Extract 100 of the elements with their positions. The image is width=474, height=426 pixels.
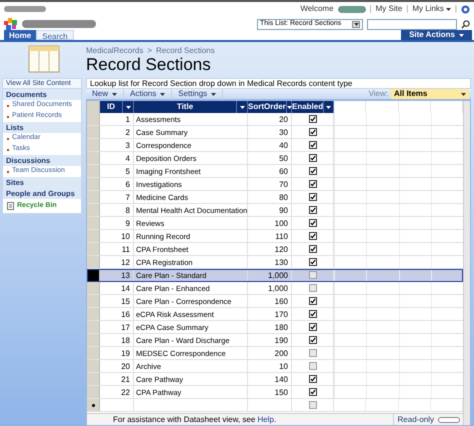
checkbox[interactable] — [308, 388, 316, 396]
checkbox[interactable] — [308, 310, 316, 318]
checkbox[interactable] — [308, 232, 316, 240]
table-cell: 16 — [100, 308, 134, 320]
logo-icon — [4, 18, 18, 30]
table-cell: 21 — [100, 373, 134, 385]
new-row-icon — [92, 404, 94, 406]
header-link[interactable]: My Links — [412, 3, 451, 15]
checkbox[interactable] — [308, 141, 316, 149]
view-label: View: — [368, 88, 388, 100]
row-selector[interactable] — [87, 399, 100, 411]
header-link[interactable]: My Site — [376, 3, 402, 15]
table-cell: 1 — [100, 113, 134, 125]
checkbox[interactable] — [308, 258, 316, 266]
site-actions-button[interactable]: Site Actions — [401, 30, 472, 40]
column-header[interactable]: Title — [134, 101, 248, 113]
column-header[interactable]: Enabled — [292, 101, 334, 113]
table-cell: 30 — [248, 126, 292, 138]
status-field — [438, 416, 460, 422]
vertical-scrollbar[interactable] — [463, 101, 470, 425]
separator-text: | — [406, 3, 408, 15]
caret-icon — [126, 106, 130, 108]
table-cell: 140 — [248, 373, 292, 385]
table-cell: 7 — [100, 191, 134, 203]
caret-icon — [326, 106, 332, 108]
checkbox[interactable] — [308, 362, 316, 370]
search-icon[interactable] — [461, 20, 470, 28]
table-cell: 160 — [248, 295, 292, 307]
table-cell: 12 — [100, 256, 134, 268]
checkbox[interactable] — [308, 193, 316, 201]
table-cell: 50 — [248, 152, 292, 164]
caret-icon — [286, 106, 292, 108]
redacted-block — [338, 6, 366, 12]
checkbox[interactable] — [308, 115, 316, 123]
table-cell: 100 — [248, 217, 292, 229]
separator-text: | — [454, 3, 457, 15]
table-cell: 11 — [100, 243, 134, 255]
search-field[interactable] — [367, 18, 457, 30]
row-selector[interactable] — [87, 269, 100, 281]
corner-cell[interactable] — [87, 101, 100, 113]
recycle-bin-icon — [7, 202, 14, 210]
table-cell: 6 — [100, 178, 134, 190]
caret-icon — [211, 92, 216, 96]
checkbox[interactable] — [308, 180, 316, 188]
table-cell: 110 — [248, 230, 292, 242]
table-cell: 150 — [248, 386, 292, 398]
checkbox[interactable] — [308, 323, 316, 331]
checkbox[interactable] — [308, 271, 316, 279]
table-cell: 9 — [100, 217, 134, 229]
table-cell: 4 — [100, 152, 134, 164]
table-cell: 90 — [248, 204, 292, 216]
help-link[interactable]: Help — [258, 414, 274, 424]
list-icon — [28, 45, 60, 73]
column-header[interactable]: SortOrder — [248, 101, 292, 113]
view-dropdown[interactable]: All Items — [391, 89, 469, 99]
nav-tab[interactable]: Search — [36, 30, 74, 40]
checkbox[interactable] — [308, 245, 316, 253]
breadcrumb-current: Record Sections — [156, 45, 215, 57]
caret-icon — [461, 92, 466, 96]
table-cell: 17 — [100, 321, 134, 333]
caret-icon — [354, 22, 358, 26]
checkbox[interactable] — [308, 206, 316, 214]
page-title: Record Sections — [86, 55, 212, 76]
table-cell: 60 — [248, 165, 292, 177]
table-cell: 80 — [248, 191, 292, 203]
table-cell: 70 — [248, 178, 292, 190]
table-cell: 5 — [100, 165, 134, 177]
table-cell: 15 — [100, 295, 134, 307]
checkbox[interactable] — [308, 297, 316, 305]
redacted-block — [4, 6, 46, 12]
help-icon[interactable] — [461, 4, 470, 14]
column-header[interactable]: ID — [100, 101, 134, 113]
checkbox[interactable] — [308, 401, 316, 409]
checkbox[interactable] — [308, 284, 316, 292]
checkbox[interactable] — [308, 375, 316, 383]
breadcrumb-link[interactable]: MedicalRecords — [86, 45, 144, 57]
caret-icon — [240, 106, 244, 108]
table-cell: 1,000 — [248, 282, 292, 294]
checkbox[interactable] — [308, 167, 316, 175]
list-description: Lookup list for Record Section drop down in Medical Records content type — [86, 78, 471, 89]
separator-text: | — [370, 3, 372, 15]
caret-icon — [459, 34, 464, 36]
table-cell: 2 — [100, 126, 134, 138]
table-cell: 19 — [100, 347, 134, 359]
table-cell: 10 — [248, 360, 292, 372]
caret-icon — [160, 92, 166, 96]
table-cell: 3 — [100, 139, 134, 151]
checkbox[interactable] — [308, 154, 316, 162]
footer-text: For assistance with Datasheet view, see Help. — [112, 414, 276, 425]
checkbox[interactable] — [308, 336, 316, 344]
table-cell: 170 — [248, 308, 292, 320]
breadcrumb-separator: > — [147, 45, 152, 57]
table-cell: 20 — [248, 113, 292, 125]
table-cell: 8 — [100, 204, 134, 216]
checkbox[interactable] — [308, 219, 316, 227]
checkbox[interactable] — [308, 128, 316, 136]
nav-tab[interactable]: Home — [4, 30, 36, 40]
table-cell: 14 — [100, 282, 134, 294]
table-cell: 18 — [100, 334, 134, 346]
checkbox[interactable] — [308, 349, 316, 357]
